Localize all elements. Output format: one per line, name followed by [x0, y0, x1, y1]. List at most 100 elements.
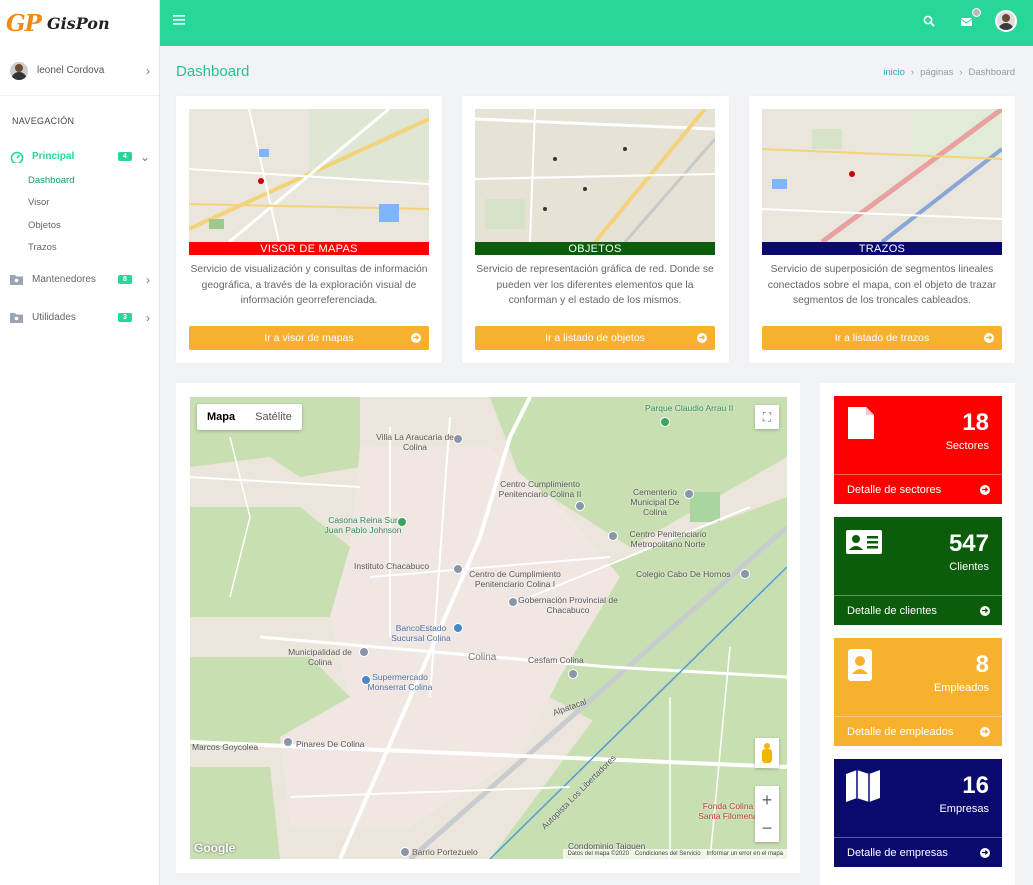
map-label: Supermercado Monserrat Colina — [367, 672, 433, 692]
stat-detail-link[interactable]: Detalle de empleados ➜ — [834, 716, 1002, 746]
dashboard-gauge-icon — [10, 151, 24, 164]
stat-link-label: Detalle de clientes — [847, 605, 937, 617]
stat-value: 16 — [962, 772, 989, 799]
stat-label: Clientes — [949, 561, 989, 573]
sidebar-item-label: Utilidades — [32, 312, 76, 323]
top-actions — [919, 8, 1017, 32]
street-view-pegman-icon[interactable] — [755, 738, 779, 768]
contact-book-icon — [846, 649, 878, 681]
user-avatar[interactable] — [995, 10, 1017, 32]
google-map[interactable]: Parque Claudio Arrau II Villa La Araucar… — [190, 397, 787, 859]
google-logo: Google — [194, 841, 236, 855]
chevron-right-icon: › — [146, 63, 150, 78]
breadcrumb-link[interactable]: inicio — [883, 67, 905, 78]
sidebar-item-principal[interactable]: Principal 4 ⌄ — [0, 144, 159, 169]
map-label: Instituto Chacabuco — [354, 561, 430, 571]
avatar — [10, 61, 28, 80]
sidebar-subitem-dashboard[interactable]: Dashboard — [0, 169, 159, 192]
logo[interactable]: GP GisPon — [0, 0, 160, 46]
sidebar-user[interactable]: leonel Cordova › — [0, 46, 159, 96]
top-bar: GP GisPon — [0, 0, 1033, 46]
place-pin-icon[interactable] — [740, 569, 750, 579]
terms-link[interactable]: Condiciones del Servicio — [635, 851, 701, 857]
stat-label: Empleados — [933, 682, 989, 694]
arrow-right-circle-icon: ➜ — [697, 333, 707, 343]
document-icon — [846, 407, 878, 439]
arrow-right-circle-icon: ➜ — [411, 333, 421, 343]
service-title-bar: VISOR DE MAPAS — [189, 242, 429, 255]
folder-icon — [10, 274, 24, 286]
stat-detail-link[interactable]: Detalle de clientes ➜ — [834, 595, 1002, 625]
stat-detail-link[interactable]: Detalle de empresas ➜ — [834, 837, 1002, 867]
map-label: BancoEstado Sucursal Colina — [391, 623, 451, 643]
service-description: Servicio de superposición de segmentos l… — [767, 264, 997, 307]
hamburger-icon[interactable] — [173, 13, 193, 33]
map-label: Barrio Portezuelo — [412, 847, 478, 857]
search-icon[interactable] — [919, 11, 939, 31]
go-to-traces-button[interactable]: Ir a listado de trazos ➜ — [762, 326, 1002, 350]
map-label: Cementerio Municipal De Colina — [630, 487, 680, 517]
map-card: Parque Claudio Arrau II Villa La Araucar… — [176, 383, 800, 873]
stat-label: Sectores — [945, 440, 989, 452]
stat-detail-link[interactable]: Detalle de sectores ➜ — [834, 474, 1002, 504]
service-card-trazos: TRAZOS Servicio de superposición de segm… — [749, 96, 1015, 363]
sidebar-subitem-visor[interactable]: Visor — [0, 192, 159, 215]
folder-icon — [10, 312, 24, 324]
report-error-link[interactable]: Informar un error en el mapa — [707, 851, 783, 857]
map-type-control: Mapa Satélite — [197, 404, 302, 430]
id-card-icon — [846, 528, 882, 560]
map-label-city: Colina — [468, 652, 497, 663]
attribution-data: Datos del mapa ©2020 — [567, 851, 629, 857]
breadcrumb-current: Dashboard — [968, 67, 1015, 78]
stat-label: Empresas — [939, 803, 989, 815]
map-label: Fonda Colina Santa Filomena — [698, 801, 758, 821]
breadcrumb-item[interactable]: páginas — [920, 67, 953, 78]
service-description: Servicio de visualización y consultas de… — [190, 264, 428, 307]
map-label: Municipalidad de Colina — [288, 647, 352, 667]
park-pin-icon[interactable] — [660, 417, 670, 427]
map-label: Centro de Cumplimiento Penitenciario Col… — [469, 569, 561, 589]
place-pin-icon[interactable] — [359, 647, 369, 657]
map-label: Villa La Araucaria de Colina — [376, 432, 454, 452]
stat-clientes: 547 Clientes Detalle de clientes ➜ — [834, 517, 1002, 625]
place-pin-icon[interactable] — [283, 737, 293, 747]
sidebar-item-label: Mantenedores — [32, 274, 96, 285]
stat-link-label: Detalle de empresas — [847, 847, 948, 859]
breadcrumb-separator: › — [910, 67, 915, 78]
sidebar-item-utilidades[interactable]: Utilidades 3 › — [0, 302, 159, 333]
go-to-objects-button[interactable]: Ir a listado de objetos ➜ — [475, 326, 715, 350]
user-name: leonel Cordova — [37, 65, 105, 76]
nav-badge: 8 — [118, 275, 132, 284]
place-pin-icon[interactable] — [575, 501, 585, 511]
sidebar-item-mantenedores[interactable]: Mantenedores 8 › — [0, 264, 159, 295]
zoom-out-button[interactable]: − — [755, 814, 779, 842]
arrow-right-circle-icon: ➜ — [980, 848, 990, 858]
sidebar-item-label: Principal — [32, 151, 75, 162]
map-type-satellite-button[interactable]: Satélite — [245, 404, 302, 430]
map-thumbnail — [762, 109, 1002, 242]
notification-icon[interactable] — [957, 8, 981, 31]
fullscreen-icon[interactable]: ⛶ — [755, 405, 779, 429]
map-thumbnail — [475, 109, 715, 242]
logo-name: GisPon — [46, 13, 110, 33]
sidebar-subitem-objetos[interactable]: Objetos — [0, 214, 159, 237]
place-pin-icon[interactable] — [608, 531, 618, 541]
service-card-objetos: OBJETOS Servicio de representación gráfi… — [462, 96, 729, 363]
breadcrumb-separator: › — [959, 67, 963, 78]
sidebar-subitem-trazos[interactable]: Trazos — [0, 237, 159, 260]
zoom-control: + − — [755, 786, 779, 842]
stat-value: 547 — [948, 530, 989, 557]
service-title-bar: OBJETOS — [475, 242, 715, 255]
map-label: Centro Penitenciario Metropolitano Norte — [629, 529, 707, 549]
stat-sectores: 18 Sectores Detalle de sectores ➜ — [834, 396, 1002, 504]
notification-badge — [972, 8, 981, 17]
place-pin-icon[interactable] — [568, 669, 578, 679]
go-to-map-viewer-button[interactable]: Ir a visor de mapas ➜ — [189, 326, 429, 350]
map-label: Cesfam Colina — [528, 655, 584, 665]
chevron-right-icon: › — [146, 310, 150, 325]
map-type-map-button[interactable]: Mapa — [197, 404, 245, 430]
map-label: Gobernación Provincial de Chacabuco — [518, 595, 618, 615]
place-pin-icon[interactable] — [508, 597, 518, 607]
place-pin-icon[interactable] — [400, 847, 410, 857]
zoom-in-button[interactable]: + — [755, 786, 779, 814]
